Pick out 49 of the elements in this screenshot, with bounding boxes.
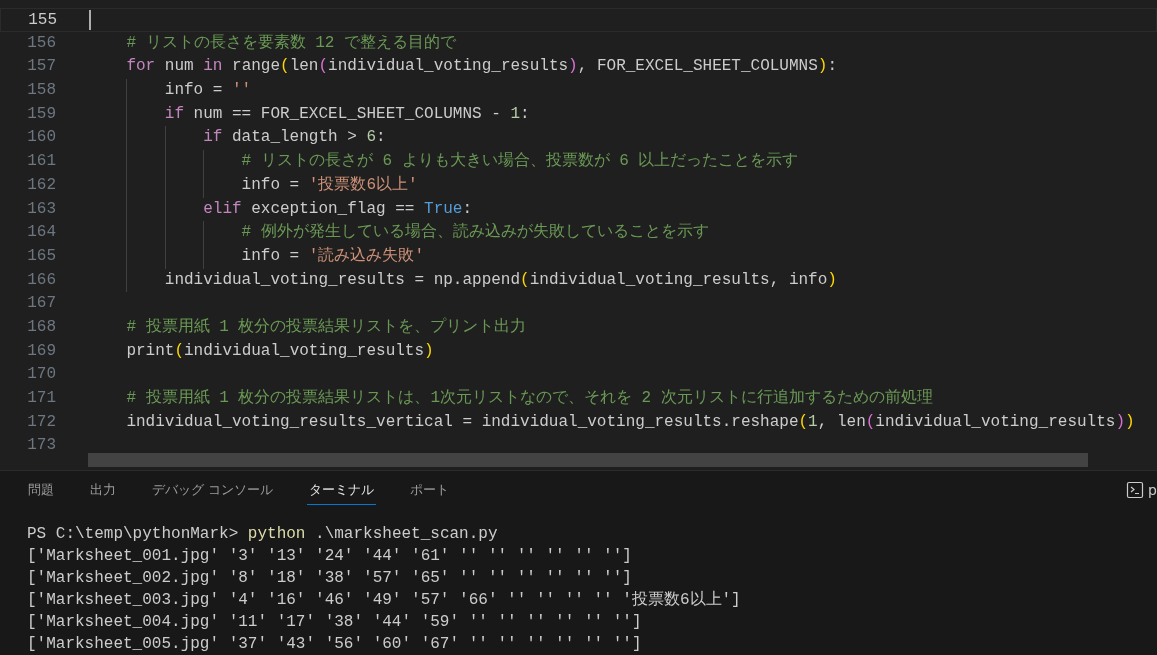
terminal-tab[interactable]: p <box>1126 481 1157 499</box>
line-number: 155 <box>27 10 57 31</box>
line-number: 163 <box>26 198 56 220</box>
line-number: 158 <box>26 80 56 102</box>
panel-tab[interactable]: 出力 <box>88 475 118 505</box>
terminal-line: ['Marksheet_002.jpg' '8' '18' '38' '57' '65' '' '' '' '' '' ''] <box>27 568 632 589</box>
code-line: if num == FOR_EXCEL_SHEET_COLUMNS - 1: <box>164 103 530 125</box>
code-line: print(individual_voting_results) <box>126 340 434 362</box>
code-line: if data_length > 6: <box>203 127 386 149</box>
horizontal-scrollbar[interactable] <box>88 453 1088 467</box>
code-line: # リストの長さを要素数 12 で整える目的で <box>126 32 456 54</box>
panel-tab[interactable]: デバッグ コンソール <box>150 475 276 505</box>
terminal-line: ['Marksheet_005.jpg' '37' '43' '56' '60' '67' '' '' '' '' '' ''] <box>27 634 642 655</box>
line-number: 166 <box>26 269 56 291</box>
panel-tab[interactable]: 問題 <box>26 475 56 505</box>
line-number: 165 <box>26 245 56 267</box>
code-line: info = '' <box>164 80 252 102</box>
panel-tab[interactable]: ターミナル <box>307 475 377 505</box>
code-line: elif exception_flag == True: <box>203 198 473 220</box>
line-number: 171 <box>26 388 56 409</box>
line-number: 161 <box>26 151 56 173</box>
code-line: individual_voting_results = np.append(individual_voting_results, info) <box>164 269 837 291</box>
line-number: 156 <box>26 32 56 54</box>
terminal-line: PS C:\temp\pythonMark> python .\marksheet_scan.py <box>27 524 498 545</box>
terminal-line: ['Marksheet_003.jpg' '4' '16' '46' '49' '57' '66' '' '' '' '' '投票数6以上'] <box>27 589 741 611</box>
line-number: 168 <box>26 316 56 338</box>
line-number: 162 <box>26 174 56 196</box>
line-number: 169 <box>26 340 56 362</box>
line-number: 173 <box>26 435 56 457</box>
code-line: for num in range(len(individual_voting_results), FOR_EXCEL_SHEET_COLUMNS): <box>126 56 837 78</box>
terminal-line: ['Marksheet_001.jpg' '3' '13' '24' '44' '61' '' '' '' '' '' ''] <box>27 546 632 567</box>
terminal-line: ['Marksheet_004.jpg' '11' '17' '38' '44' '59' '' '' '' '' '' ''] <box>27 612 642 633</box>
line-number: 157 <box>26 56 56 78</box>
code-line: # 例外が発生している場合、読み込みが失敗していることを示す <box>241 221 709 244</box>
line-number: 170 <box>26 364 56 386</box>
line-number: 172 <box>26 411 56 433</box>
line-number: 167 <box>26 293 56 315</box>
code-line: info = '読み込み失敗' <box>241 245 424 267</box>
line-number: 164 <box>26 222 56 244</box>
panel-tab[interactable]: ポート <box>408 475 452 505</box>
code-line: # 投票用紙 1 枚分の投票結果リストを、プリント出力 <box>126 316 527 338</box>
code-line: individual_voting_results_vertical = individual_voting_results.reshape(1, len(individual_voting_results)) <box>126 411 1135 433</box>
code-line: # リストの長さが 6 よりも大きい場合、投票数が 6 以上だったことを示す <box>241 150 799 173</box>
line-number: 160 <box>26 127 56 149</box>
code-line: # 投票用紙 1 枚分の投票結果リストは、1次元リストなので、それを 2 次元リストに行追加するための前処理 <box>126 388 933 409</box>
line-number: 159 <box>26 103 56 125</box>
terminal-icon <box>1126 481 1145 499</box>
code-line: info = '投票数6以上' <box>241 174 418 196</box>
text-cursor <box>89 10 91 30</box>
